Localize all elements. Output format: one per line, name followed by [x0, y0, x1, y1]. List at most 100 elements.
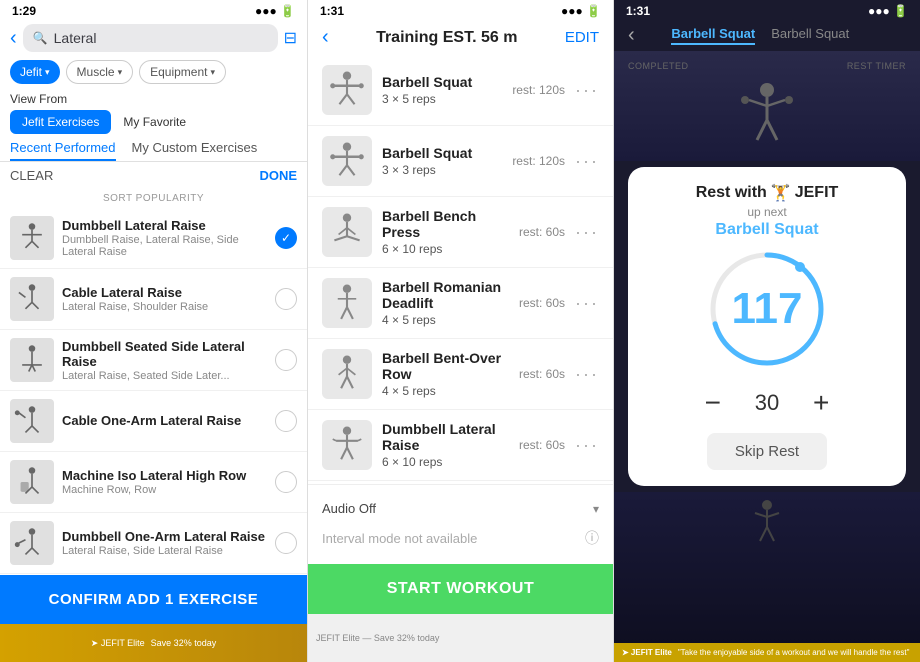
rest-timer-ring[interactable]: 117: [707, 249, 827, 369]
list-item[interactable]: Dumbbell Lateral Raise 6 × 10 reps rest:…: [308, 410, 613, 481]
list-item[interactable]: Cable One-Arm Lateral Raise: [0, 391, 307, 452]
subtab-my-custom[interactable]: My Custom Exercises: [132, 140, 258, 161]
chip-equipment-label: Equipment: [150, 65, 207, 79]
exercise-name: Cable Lateral Raise: [62, 285, 267, 300]
search-bar: ‹ 🔍 Lateral ⊟: [0, 20, 307, 56]
exercise-name: Dumbbell Lateral Raise: [62, 218, 267, 233]
exercise-checkbox[interactable]: [275, 288, 297, 310]
exercise-rest: rest: 60s: [519, 225, 565, 239]
tab-my-favorite[interactable]: My Favorite: [111, 110, 198, 134]
exercise-sets: 4 × 5 reps: [382, 384, 509, 398]
back-button-1[interactable]: ‹: [10, 27, 17, 50]
more-icon[interactable]: ···: [575, 364, 599, 385]
list-item[interactable]: Barbell Squat 3 × 3 reps rest: 120s ···: [308, 126, 613, 197]
start-workout-button[interactable]: START WORKOUT: [308, 564, 613, 614]
clear-button[interactable]: CLEAR: [10, 168, 53, 183]
exercise-preview-area: COMPLETED REST TIMER: [614, 51, 920, 161]
exercise-rest: rest: 60s: [519, 367, 565, 381]
subtab-recent-performed[interactable]: Recent Performed: [10, 140, 116, 161]
check-icon: ✓: [281, 231, 291, 245]
tab-exercise-2[interactable]: Barbell Squat: [771, 26, 849, 45]
exercise-checkbox[interactable]: [275, 532, 297, 554]
exercise-name: Barbell Bench Press: [382, 208, 509, 240]
exercise-name: Machine Iso Lateral High Row: [62, 468, 267, 483]
system-icons-1: ●●● 🔋: [255, 4, 295, 18]
search-input-container[interactable]: 🔍 Lateral: [23, 24, 278, 52]
exercise-tags: Lateral Raise, Side Lateral Raise: [62, 545, 267, 557]
exercise-tags: Machine Row, Row: [62, 484, 267, 496]
more-icon[interactable]: ···: [575, 151, 599, 172]
tab-jefit-exercises[interactable]: Jefit Exercises: [10, 110, 111, 134]
exercise-sets: 4 × 5 reps: [382, 313, 509, 327]
tab-exercise-1[interactable]: Barbell Squat: [671, 26, 755, 45]
exercise-tags: Dumbbell Raise, Lateral Raise, Side Late…: [62, 234, 267, 258]
status-bar-2: 1:31 ●●● 🔋: [308, 0, 613, 20]
exercise-info: Dumbbell Lateral Raise 6 × 10 reps: [382, 421, 509, 469]
exercise-thumbnail: [322, 349, 372, 399]
sort-label: SORT POPULARITY: [0, 189, 307, 208]
promo-banner-1: ➤ JEFIT Elite Save 32% today: [0, 624, 307, 662]
filter-button[interactable]: ⊟: [284, 28, 297, 48]
list-item[interactable]: Dumbbell One-Arm Lateral Raise Lateral R…: [0, 513, 307, 574]
list-item[interactable]: Cable Lateral Raise Lateral Raise, Shoul…: [0, 269, 307, 330]
list-item[interactable]: Barbell Romanian Deadlift 4 × 5 reps res…: [308, 268, 613, 339]
more-icon[interactable]: ···: [575, 293, 599, 314]
done-button[interactable]: DONE: [259, 168, 297, 183]
exercise-rest: rest: 60s: [519, 296, 565, 310]
exercise-thumbnail: [10, 338, 54, 382]
next-exercise-name: Barbell Squat: [715, 221, 818, 239]
exercise-figure: [707, 78, 827, 148]
exercise-checkbox[interactable]: ✓: [275, 227, 297, 249]
exercise-checkbox[interactable]: [275, 471, 297, 493]
exercise-name: Barbell Bent-Over Row: [382, 350, 509, 382]
exercise-info: Cable One-Arm Lateral Raise: [62, 413, 267, 429]
more-icon[interactable]: ···: [575, 222, 599, 243]
exercise-animation-area: [614, 73, 920, 153]
status-bar-3: 1:31 ●●● 🔋: [614, 0, 920, 20]
more-icon[interactable]: ···: [575, 80, 599, 101]
chip-equipment-arrow: ▾: [210, 67, 215, 78]
list-item[interactable]: Barbell Squat 3 × 5 reps rest: 120s ···: [308, 55, 613, 126]
back-button-3[interactable]: ‹: [628, 24, 635, 47]
chip-equipment[interactable]: Equipment ▾: [139, 60, 226, 84]
back-button-2[interactable]: ‹: [322, 26, 329, 49]
list-item[interactable]: Dumbbell Seated Side Lateral Raise Later…: [0, 330, 307, 391]
timer-countdown: 117: [732, 284, 803, 334]
list-item[interactable]: Dumbbell Lateral Raise Dumbbell Raise, L…: [0, 208, 307, 269]
skip-rest-button[interactable]: Skip Rest: [707, 433, 827, 470]
chip-muscle[interactable]: Muscle ▾: [66, 60, 134, 84]
more-icon[interactable]: ···: [575, 435, 599, 456]
list-item[interactable]: Barbell Bent-Over Row 4 × 5 reps rest: 6…: [308, 339, 613, 410]
exercise-rest: rest: 120s: [512, 83, 565, 97]
list-item[interactable]: Barbell Bench Press 6 × 10 reps rest: 60…: [308, 197, 613, 268]
chip-jefit-arrow: ▾: [45, 67, 50, 78]
list-item[interactable]: Machine Iso Lateral High Row Machine Row…: [0, 452, 307, 513]
exercise-name: Dumbbell One-Arm Lateral Raise: [62, 529, 267, 544]
interval-option-row: Interval mode not available ⓘ: [322, 522, 599, 554]
edit-button[interactable]: EDIT: [565, 29, 599, 46]
exercise-info: Barbell Bench Press 6 × 10 reps: [382, 208, 509, 256]
decrease-rest-button[interactable]: −: [695, 385, 731, 421]
workout-bottom-area: ➤ JEFIT Elite "Take the enjoyable side o…: [614, 492, 920, 662]
interval-info-icon: ⓘ: [585, 528, 599, 548]
confirm-add-button[interactable]: CONFIRM ADD 1 EXERCISE: [0, 575, 307, 624]
exercise-checkbox[interactable]: [275, 349, 297, 371]
rest-title: Rest with 🏋 JEFIT: [696, 183, 839, 203]
exercise-thumbnail: [322, 136, 372, 186]
chip-jefit[interactable]: Jefit ▾: [10, 60, 60, 84]
exercise-thumbnail: [10, 399, 54, 443]
jefit-elite-logo: ➤ JEFIT Elite: [91, 638, 145, 649]
rest-timer-label: REST TIMER: [847, 61, 906, 71]
exercise-checkbox[interactable]: [275, 410, 297, 432]
exercise-info: Dumbbell Lateral Raise Dumbbell Raise, L…: [62, 218, 267, 258]
audio-option-row[interactable]: Audio Off ▾: [322, 495, 599, 522]
increase-rest-button[interactable]: +: [803, 385, 839, 421]
time-3: 1:31: [626, 4, 650, 18]
completed-label: COMPLETED: [628, 61, 689, 71]
exercise-info: Machine Iso Lateral High Row Machine Row…: [62, 468, 267, 496]
exercise-name: Cable One-Arm Lateral Raise: [62, 413, 267, 428]
jefit-icon: 🏋: [771, 183, 791, 203]
exercise-thumbnail: [322, 278, 372, 328]
search-text: Lateral: [54, 30, 97, 46]
subtabs: Recent Performed My Custom Exercises: [0, 136, 307, 162]
